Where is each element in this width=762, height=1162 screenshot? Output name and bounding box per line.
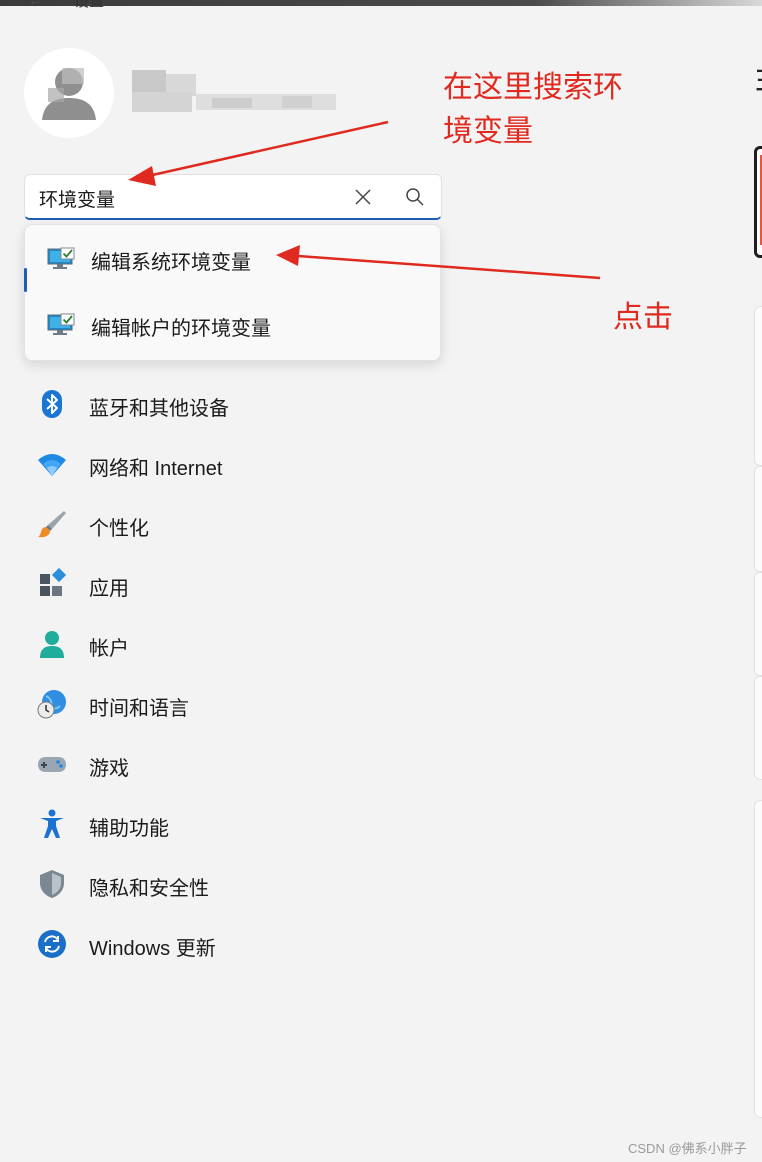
watermark: CSDN @佛系小胖子 <box>628 1141 747 1156</box>
sidebar-item-label: 游戏 <box>89 758 129 780</box>
sidebar-item-personalization[interactable]: 个性化 <box>24 502 434 546</box>
sidebar-item-time-language[interactable]: 时间和语言 <box>24 682 434 726</box>
annotation-arrow-click <box>297 254 601 280</box>
update-icon <box>38 930 66 958</box>
wifi-icon <box>38 454 66 476</box>
annotation-arrowhead-click <box>276 245 300 266</box>
apps-icon <box>40 568 67 596</box>
annotation-arrows <box>128 120 601 280</box>
right-panel-card <box>754 306 762 466</box>
sidebar-item-label: 时间和语言 <box>89 698 189 720</box>
page-title-partial: ヨ <box>752 56 762 100</box>
sidebar-item-label: 帐户 <box>89 638 129 660</box>
sidebar-item-label: 隐私和安全性 <box>89 878 209 900</box>
sidebar-item-label: Windows 更新 <box>89 938 216 960</box>
right-panel-card <box>754 572 762 676</box>
time-language-icon <box>37 690 66 719</box>
sidebar-item-label: 个性化 <box>89 518 149 540</box>
gamepad-icon <box>38 757 66 772</box>
right-panel-card <box>754 676 762 780</box>
sidebar-item-label: 辅助功能 <box>89 818 169 840</box>
sidebar-item-gaming[interactable]: 游戏 <box>24 742 434 786</box>
sidebar-item-privacy[interactable]: 隐私和安全性 <box>24 862 434 906</box>
brush-icon <box>38 511 66 538</box>
right-panel-card <box>754 466 762 572</box>
accessibility-icon <box>40 809 64 838</box>
sidebar-item-windows-update[interactable]: Windows 更新 <box>24 922 434 966</box>
sidebar-item-label: 网络和 Internet <box>89 458 223 480</box>
annotation-arrowhead-search <box>128 166 156 186</box>
sidebar-item-label: 应用 <box>89 578 129 600</box>
annotation-arrow-search <box>147 120 389 178</box>
sidebar-item-accessibility[interactable]: 辅助功能 <box>24 802 434 846</box>
device-preview-card <box>754 146 762 258</box>
right-panel-card <box>754 800 762 1118</box>
sidebar-item-apps[interactable]: 应用 <box>24 562 434 606</box>
shield-icon <box>40 870 64 898</box>
sidebar-item-accounts[interactable]: 帐户 <box>24 622 434 666</box>
sidebar-item-network[interactable]: 网络和 Internet <box>24 442 434 486</box>
account-icon <box>40 631 64 658</box>
